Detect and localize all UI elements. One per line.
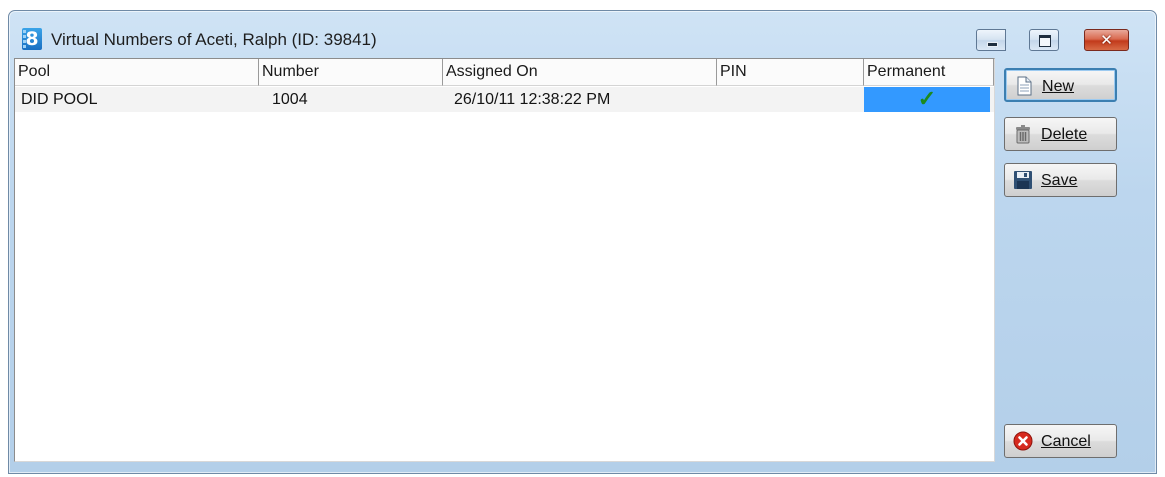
minimize-button[interactable] xyxy=(976,29,1006,51)
cell-permanent[interactable]: ✓ xyxy=(864,87,990,112)
save-button-label: Save xyxy=(1041,172,1078,189)
column-header-pool[interactable]: Pool xyxy=(15,59,259,86)
column-header-assigned-on[interactable]: Assigned On xyxy=(443,59,717,86)
new-button-label: New xyxy=(1042,78,1075,95)
new-document-icon xyxy=(1017,76,1032,96)
cell-assigned-on: 26/10/11 12:38:22 PM xyxy=(454,91,611,108)
cancel-button[interactable]: Cancel xyxy=(1004,424,1117,458)
app-logo-icon: 8 xyxy=(22,28,42,50)
cell-pin xyxy=(717,87,864,112)
trash-icon xyxy=(1016,125,1030,144)
cancel-button-label: Cancel xyxy=(1041,433,1091,450)
checkmark-icon: ✓ xyxy=(917,86,937,111)
delete-button[interactable]: Delete xyxy=(1004,117,1117,151)
table-row[interactable]: DID POOL 1004 26/10/11 12:38:22 PM ✓ xyxy=(15,87,994,112)
column-header-permanent[interactable]: Permanent xyxy=(864,59,994,86)
window-title: Virtual Numbers of Aceti, Ralph (ID: 398… xyxy=(51,30,377,49)
maximize-button[interactable] xyxy=(1029,29,1059,51)
close-icon: ✕ xyxy=(1100,31,1113,49)
cell-pool: DID POOL xyxy=(21,91,98,108)
delete-button-label: Delete xyxy=(1041,126,1088,143)
close-window-button[interactable]: ✕ xyxy=(1084,29,1129,51)
grid-header: Pool Number Assigned On PIN Permanent xyxy=(15,59,994,86)
floppy-disk-icon xyxy=(1014,171,1032,189)
cell-number: 1004 xyxy=(272,91,308,108)
new-button[interactable]: New xyxy=(1004,68,1117,102)
virtual-numbers-grid[interactable]: Pool Number Assigned On PIN Permanent DI… xyxy=(14,58,995,462)
title-bar[interactable]: 8 Virtual Numbers of Aceti, Ralph (ID: 3… xyxy=(9,11,1156,65)
column-header-number[interactable]: Number xyxy=(259,59,443,86)
save-button[interactable]: Save xyxy=(1004,163,1117,197)
cancel-icon xyxy=(1013,431,1033,451)
column-header-pin[interactable]: PIN xyxy=(717,59,864,86)
